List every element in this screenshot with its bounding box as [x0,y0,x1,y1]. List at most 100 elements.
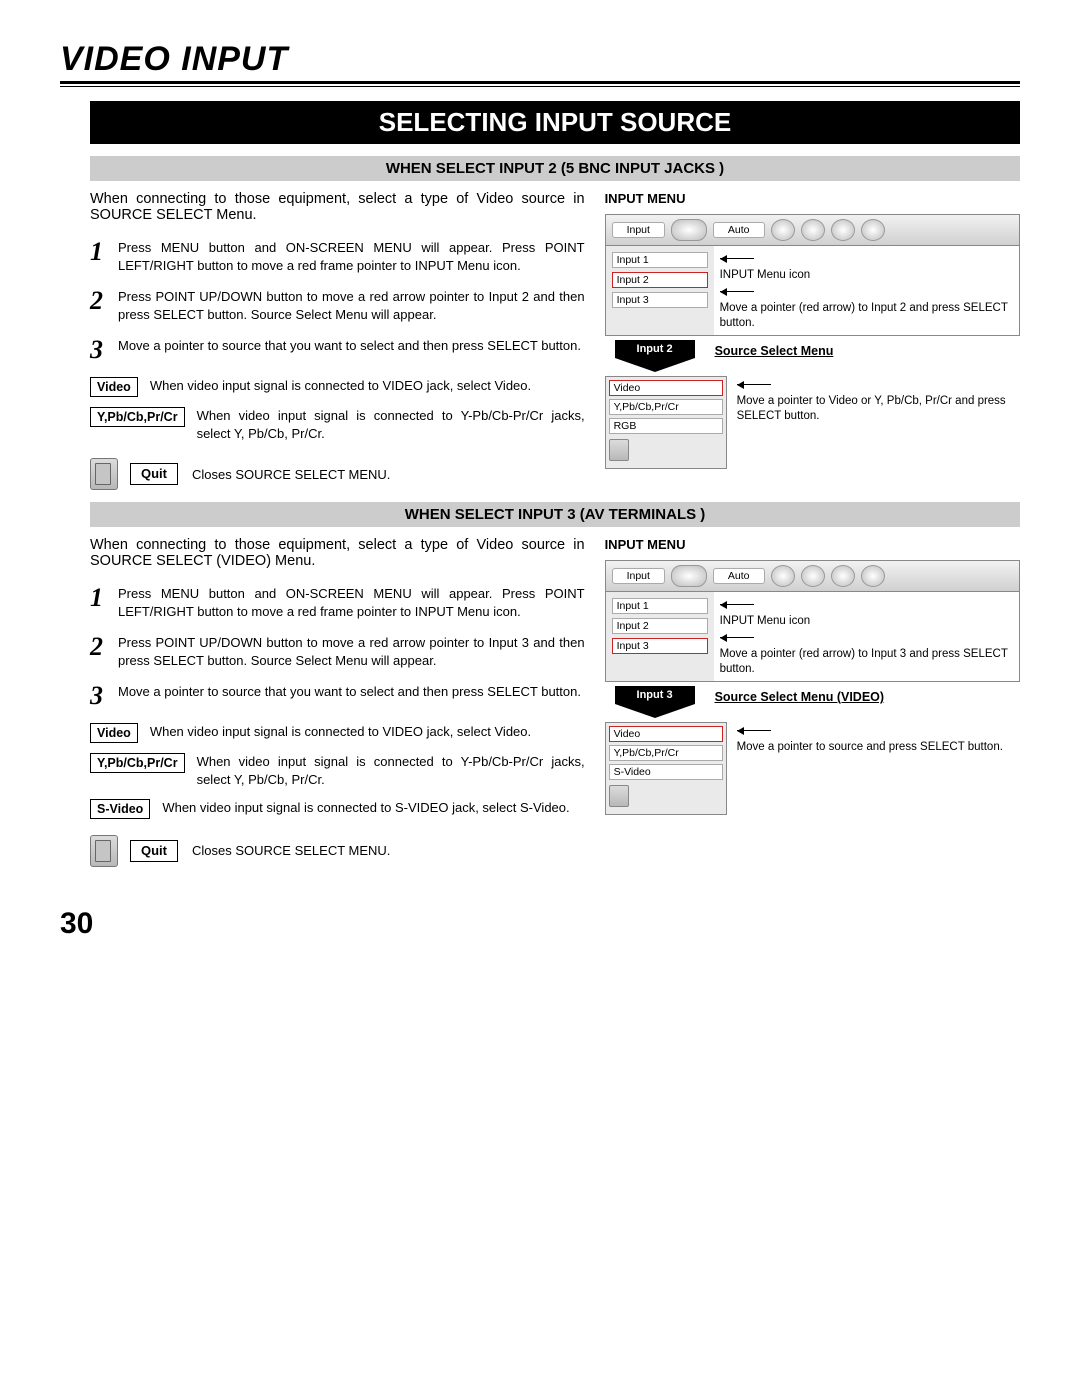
menu-icon [861,219,885,241]
menu-item-input3: Input 3 [612,638,708,654]
quit-label: Quit [130,463,178,485]
menu-item-input2: Input 2 [612,272,708,288]
step-text: Move a pointer to source that you want t… [118,683,581,709]
note-text: Move a pointer (red arrow) to Input 3 an… [720,647,1013,677]
page-title: VIDEO INPUT [60,40,1020,79]
intro-text: When connecting to those equipment, sele… [90,537,585,569]
term-label: S-Video [90,799,150,819]
term-text: When video input signal is connected to … [150,723,585,741]
menu-icon [771,565,795,587]
menu-item-input2: Input 2 [612,618,708,634]
section-input2: When connecting to those equipment, sele… [90,191,1020,490]
step-text: Press MENU button and ON-SCREEN MENU wil… [118,239,585,274]
input-menu-screenshot: Input Auto Input 1 Input 2 Input 3 INPUT… [605,560,1020,682]
step-1: 1 Press MENU button and ON-SCREEN MENU w… [90,239,585,274]
term-label: Video [90,723,138,743]
door-icon [609,439,629,461]
down-arrow-triangle-icon [615,704,695,718]
note-text: INPUT Menu icon [720,268,1013,283]
step-number: 2 [90,288,118,323]
page-number: 30 [60,907,1020,941]
term-label: Video [90,377,138,397]
menu-icon [861,565,885,587]
step-text: Press MENU button and ON-SCREEN MENU wil… [118,585,585,620]
menu-icon [831,565,855,587]
menu-icon [771,219,795,241]
step-number: 1 [90,585,118,620]
door-icon [90,458,118,490]
subheader-input2: WHEN SELECT INPUT 2 (5 BNC INPUT JACKS ) [90,156,1020,181]
term-text: When video input signal is connected to … [162,799,584,817]
term-text: When video input signal is connected to … [197,753,585,788]
menu-tab-auto: Auto [713,222,765,238]
step-2: 2 Press POINT UP/DOWN button to move a r… [90,634,585,669]
source-note: Move a pointer to Video or Y, Pb/Cb, Pr/… [737,394,1020,425]
right-title: INPUT MENU [605,537,1020,552]
src-item-svideo: S-Video [609,764,723,780]
arrow-pointer-icon [720,252,1013,266]
term-text: When video input signal is connected to … [150,377,585,395]
down-arrow: Input 3 [615,686,695,718]
arrow-pointer-icon [737,378,1020,392]
menu-item-input1: Input 1 [612,252,708,268]
menu-icon [801,565,825,587]
term-video: Video When video input signal is connect… [90,723,585,743]
section-banner: SELECTING INPUT SOURCE [90,101,1020,144]
term-label: Y,Pb/Cb,Pr/Cr [90,753,185,773]
menu-icon [831,219,855,241]
intro-text: When connecting to those equipment, sele… [90,191,585,223]
quit-row: Quit Closes SOURCE SELECT MENU. [90,835,585,867]
step-text: Move a pointer to source that you want t… [118,337,581,363]
term-ypbcb: Y,Pb/Cb,Pr/Cr When video input signal is… [90,753,585,788]
quit-row: Quit Closes SOURCE SELECT MENU. [90,458,585,490]
step-1: 1 Press MENU button and ON-SCREEN MENU w… [90,585,585,620]
down-arrow: Input 2 [615,340,695,372]
divider-thick [60,81,1020,84]
down-arrow-triangle-icon [615,358,695,372]
step-3: 3 Move a pointer to source that you want… [90,337,585,363]
arrow-pointer-icon [720,598,1013,612]
source-select-title: Source Select Menu [715,344,1020,358]
door-icon [90,835,118,867]
down-arrow-label: Input 2 [615,340,695,358]
down-arrow-label: Input 3 [615,686,695,704]
section-input3: When connecting to those equipment, sele… [90,537,1020,866]
source-select-menu: Video Y,Pb/Cb,Pr/Cr S-Video [605,722,727,815]
step-text: Press POINT UP/DOWN button to move a red… [118,288,585,323]
source-select-menu: Video Y,Pb/Cb,Pr/Cr RGB [605,376,727,469]
quit-label: Quit [130,840,178,862]
quit-text: Closes SOURCE SELECT MENU. [192,466,585,484]
menu-icon [801,219,825,241]
term-svideo: S-Video When video input signal is conne… [90,799,585,819]
right-title: INPUT MENU [605,191,1020,206]
menu-icon [671,219,707,241]
source-select-title: Source Select Menu (VIDEO) [715,690,1020,704]
menu-item-input1: Input 1 [612,598,708,614]
menu-item-input3: Input 3 [612,292,708,308]
menu-tab-input: Input [612,568,665,584]
step-3: 3 Move a pointer to source that you want… [90,683,585,709]
input-menu-screenshot: Input Auto Input 1 Input 2 Input 3 INPUT… [605,214,1020,336]
term-text: When video input signal is connected to … [197,407,585,442]
src-item-ypbcb: Y,Pb/Cb,Pr/Cr [609,745,723,761]
src-item-ypbcb: Y,Pb/Cb,Pr/Cr [609,399,723,415]
divider-thin [60,86,1020,87]
arrow-pointer-icon [737,724,1020,738]
step-number: 3 [90,683,118,709]
src-item-video: Video [609,726,723,742]
src-item-video: Video [609,380,723,396]
arrow-pointer-icon [720,631,1013,645]
step-number: 1 [90,239,118,274]
quit-text: Closes SOURCE SELECT MENU. [192,842,585,860]
term-video: Video When video input signal is connect… [90,377,585,397]
step-2: 2 Press POINT UP/DOWN button to move a r… [90,288,585,323]
menu-icon [671,565,707,587]
door-icon [609,785,629,807]
step-number: 3 [90,337,118,363]
step-number: 2 [90,634,118,669]
menu-tab-input: Input [612,222,665,238]
arrow-pointer-icon [720,285,1013,299]
menu-tab-auto: Auto [713,568,765,584]
subheader-input3: WHEN SELECT INPUT 3 (AV TERMINALS ) [90,502,1020,527]
note-text: Move a pointer (red arrow) to Input 2 an… [720,301,1013,331]
